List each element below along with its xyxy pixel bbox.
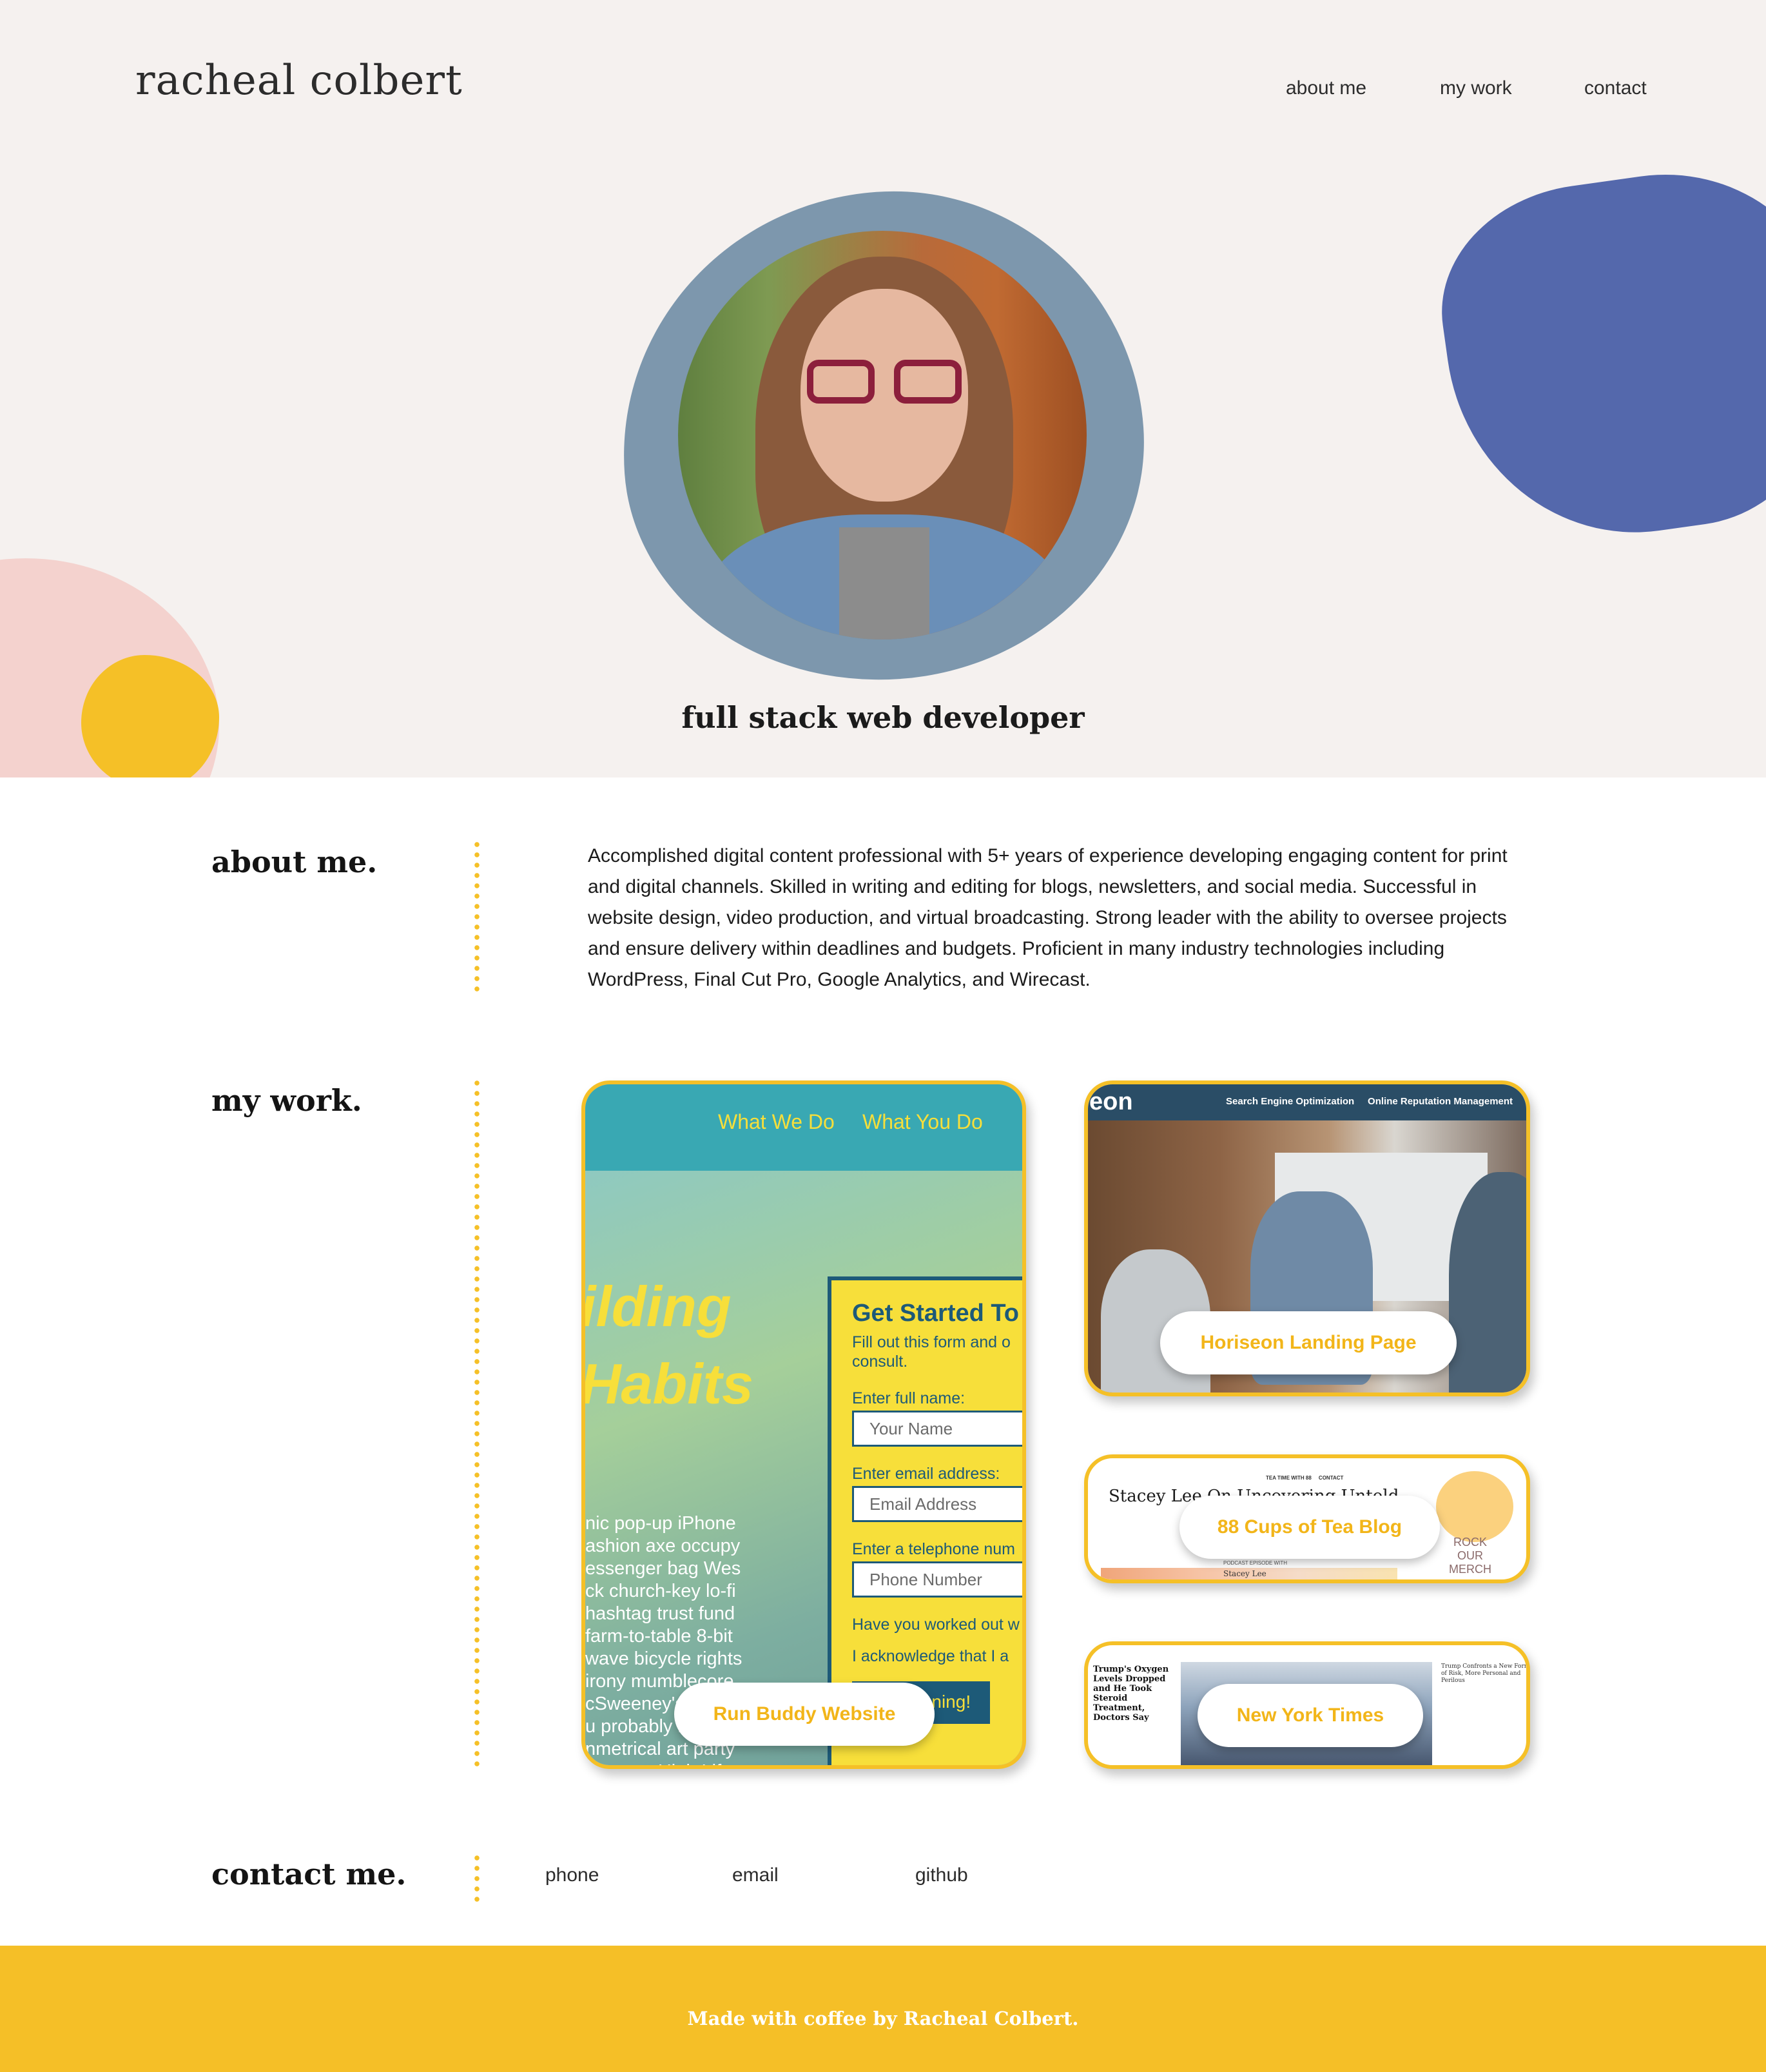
- profile-photo: [678, 231, 1087, 640]
- nav-link-work[interactable]: my work: [1440, 77, 1512, 99]
- project-card-run-buddy[interactable]: What We Do What You Do ilding Habits nic…: [581, 1080, 1026, 1769]
- project-card-88-cups[interactable]: TEA TIME WITH 88 CONTACT Stacey Lee On U…: [1084, 1454, 1530, 1583]
- work-section-title: my work.: [211, 1083, 362, 1118]
- preview-form-input: Phone Number: [852, 1561, 1022, 1598]
- preview-decor: [1436, 1471, 1513, 1542]
- hero-tagline: full stack web developer: [681, 700, 1085, 735]
- decorative-blue-blob: [1426, 152, 1766, 557]
- nyt-link-button[interactable]: New York Times: [1198, 1684, 1423, 1747]
- about-divider: [474, 839, 480, 997]
- nav-link-about[interactable]: about me: [1286, 77, 1366, 99]
- preview-nav-links: Search Engine Optimization Online Reputa…: [1226, 1096, 1526, 1107]
- preview-form-title: Get Started To: [852, 1300, 1019, 1327]
- hero-section: racheal colbert about me my work contact…: [0, 0, 1766, 777]
- project-card-horiseon[interactable]: eon Search Engine Optimization Online Re…: [1084, 1080, 1530, 1396]
- preview-headline: Habits: [581, 1352, 753, 1416]
- preview-headline: ilding: [581, 1275, 732, 1338]
- preview-form-label: Enter email address:: [852, 1465, 1000, 1483]
- site-footer: Made with coffee by Racheal Colbert.: [0, 1946, 1766, 2072]
- preview-form-subtitle: Fill out this form and o consult.: [852, 1333, 1011, 1371]
- horiseon-preview-nav: eon Search Engine Optimization Online Re…: [1088, 1084, 1526, 1120]
- contact-link-email[interactable]: email: [732, 1864, 779, 1886]
- preview-nav-item: What You Do: [862, 1110, 983, 1133]
- preview-nav-links: TEA TIME WITH 88 CONTACT: [1266, 1475, 1344, 1481]
- work-divider: [474, 1078, 480, 1772]
- preview-side-headline: Trump Confronts a New Form of Risk, More…: [1441, 1663, 1530, 1684]
- preview-nav-item: What We Do: [718, 1110, 835, 1133]
- contact-link-phone[interactable]: phone: [545, 1864, 599, 1886]
- contact-link-github[interactable]: github: [915, 1864, 968, 1886]
- nav-link-contact[interactable]: contact: [1584, 77, 1647, 99]
- preview-form-label: Enter a telephone num: [852, 1540, 1015, 1558]
- about-section-title: about me.: [211, 845, 378, 879]
- preview-form-label: Enter full name:: [852, 1389, 965, 1407]
- horiseon-link-button[interactable]: Horiseon Landing Page: [1160, 1311, 1457, 1374]
- preview-logo: eon: [1089, 1088, 1133, 1115]
- preview-guest-name: Stacey Lee: [1223, 1569, 1266, 1578]
- run-buddy-preview-nav: What We Do What You Do: [585, 1084, 1022, 1171]
- site-brand[interactable]: racheal colbert: [135, 57, 463, 104]
- preview-headline: Trump's Oxygen Levels Dropped and He Too…: [1093, 1665, 1169, 1723]
- preview-form-input: Your Name: [852, 1411, 1022, 1447]
- contact-divider: [474, 1853, 480, 1902]
- footer-text: Made with coffee by Racheal Colbert.: [687, 2008, 1079, 2029]
- project-card-nyt[interactable]: Trump's Oxygen Levels Dropped and He Too…: [1084, 1641, 1530, 1769]
- preview-form-input: Email Address: [852, 1486, 1022, 1522]
- about-text: Accomplished digital content professiona…: [588, 845, 1508, 990]
- preview-form-label: I acknowledge that I a: [852, 1647, 1009, 1665]
- run-buddy-link-button[interactable]: Run Buddy Website: [674, 1683, 935, 1746]
- 88-cups-link-button[interactable]: 88 Cups of Tea Blog: [1179, 1496, 1440, 1559]
- preview-podcast-label: PODCAST EPISODE WITH: [1223, 1560, 1287, 1566]
- contact-section-title: contact me.: [211, 1857, 407, 1891]
- preview-form-label: Have you worked out w: [852, 1616, 1020, 1634]
- preview-merch-text: ROCK OUR MERCH: [1449, 1536, 1491, 1576]
